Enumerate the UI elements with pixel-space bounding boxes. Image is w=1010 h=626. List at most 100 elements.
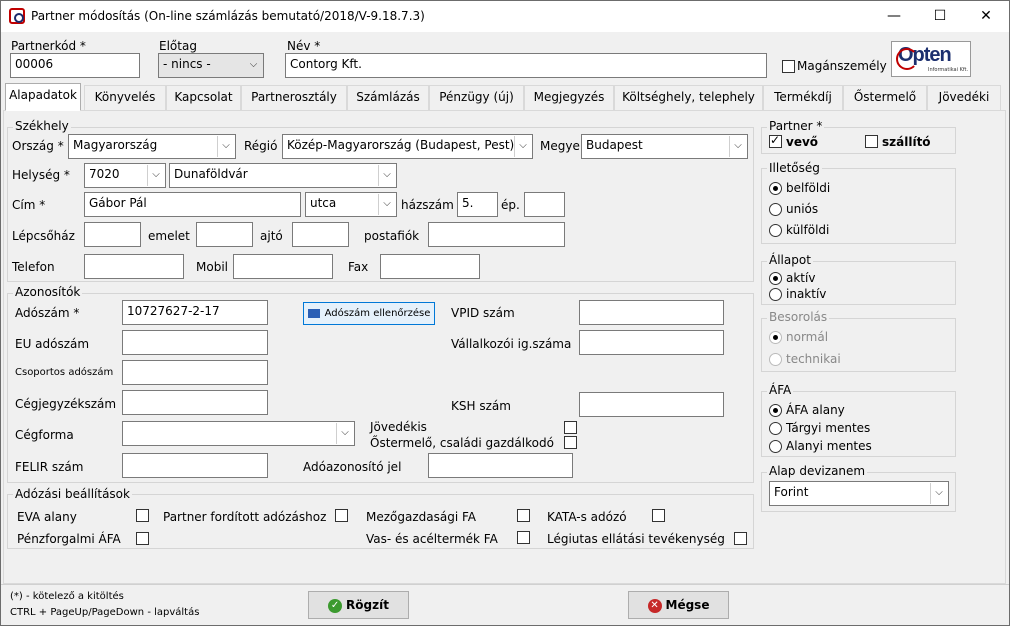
eu-adoszam-input[interactable]	[122, 330, 268, 355]
tab-ostermelo[interactable]: Őstermelő	[843, 85, 927, 111]
cegjegyzek-label: Cégjegyzékszám	[15, 397, 117, 411]
chevron-down-icon: ⌵	[930, 483, 947, 504]
adoszam-input[interactable]: 10727627-2-17	[122, 300, 268, 325]
eva-checkbox[interactable]	[136, 509, 149, 522]
cegforma-select[interactable]: ⌵	[122, 421, 355, 446]
opten-logo: Opten Informatikai Kft.	[891, 41, 971, 77]
forditott-checkbox[interactable]	[335, 509, 348, 522]
megye-label: Megye	[540, 139, 580, 153]
rogzit-label: Rögzít	[346, 598, 389, 612]
penzforgalmi-checkbox[interactable]	[136, 532, 149, 545]
helyseg-select[interactable]: Dunaföldvár ⌵	[169, 163, 397, 188]
maganszemely-label: Magánszemély	[797, 59, 887, 73]
maganszemely-checkbox[interactable]	[782, 60, 795, 73]
adoazonosito-input[interactable]	[428, 453, 573, 478]
orszag-select[interactable]: Magyarország ⌵	[68, 134, 236, 159]
cegjegyzek-input[interactable]	[122, 390, 268, 415]
unios-label: uniós	[786, 202, 819, 216]
ep-input[interactable]	[524, 192, 565, 217]
tab-termekdij[interactable]: Termékdíj	[763, 85, 843, 111]
regio-value: Közép-Magyarország (Budapest, Pest)	[287, 138, 515, 152]
chevron-down-icon: ⌵	[378, 165, 395, 186]
footer-note-shortcut: CTRL + PageUp/PageDown - lapváltás	[10, 607, 200, 618]
normal-radio[interactable]	[769, 331, 782, 344]
emelet-input[interactable]	[196, 222, 253, 247]
minimize-button[interactable]: —	[871, 1, 917, 32]
rogzit-button[interactable]: ✓ Rögzít	[308, 591, 409, 619]
kulfoldi-radio[interactable]	[769, 224, 782, 237]
jovedekis-label: Jövedékis	[370, 420, 427, 434]
adozasi-title: Adózási beállítások	[13, 487, 132, 501]
deviza-select[interactable]: Forint ⌵	[769, 481, 949, 506]
fax-input[interactable]	[380, 254, 480, 279]
inaktiv-label: inaktív	[786, 287, 827, 301]
ajto-input[interactable]	[292, 222, 349, 247]
vallalkozoi-input[interactable]	[579, 330, 724, 355]
tab-koltseghely[interactable]: Költséghely, telephely	[614, 85, 763, 111]
irsz-select[interactable]: 7020 ⌵	[84, 163, 166, 188]
ksh-input[interactable]	[579, 392, 724, 417]
belfoldi-radio[interactable]	[769, 182, 782, 195]
vpid-input[interactable]	[579, 300, 724, 325]
csoportos-label: Csoportos adószám	[15, 367, 114, 378]
vasacel-checkbox[interactable]	[517, 531, 530, 544]
vevo-checkbox[interactable]	[769, 133, 782, 148]
adoszam-label: Adószám *	[15, 306, 80, 320]
helyseg-value: Dunaföldvár	[174, 167, 248, 181]
vasacel-label: Vas- és acéltermék FA	[366, 532, 498, 546]
adoszam-ellenorzese-button[interactable]: Adószám ellenőrzése	[303, 302, 435, 325]
maximize-button[interactable]: ☐	[917, 1, 963, 32]
targyi-mentes-radio[interactable]	[769, 422, 782, 435]
telefon-input[interactable]	[84, 254, 184, 279]
megse-button[interactable]: ✕ Mégse	[628, 591, 729, 619]
close-button[interactable]: ✕	[963, 1, 1009, 32]
partnerkod-input[interactable]: 00006	[10, 53, 140, 78]
elotag-select[interactable]: - nincs - ⌵	[158, 53, 264, 78]
szekhely-title: Székhely	[13, 119, 71, 133]
hazszam-input[interactable]: 5.	[457, 192, 498, 217]
cim-input[interactable]: Gábor Pál	[84, 192, 301, 217]
lepcsohaz-input[interactable]	[84, 222, 141, 247]
szallito-checkbox[interactable]	[865, 135, 878, 148]
legiutas-checkbox[interactable]	[734, 532, 747, 545]
vpid-label: VPID szám	[451, 306, 515, 320]
tab-partnerosztaly[interactable]: Partnerosztály	[241, 85, 347, 111]
tab-jovedeki[interactable]: Jövedéki	[927, 85, 1001, 111]
technikai-radio[interactable]	[769, 353, 782, 366]
csoportos-input[interactable]	[122, 360, 268, 385]
chevron-down-icon: ⌵	[245, 55, 262, 76]
megye-select[interactable]: Budapest ⌵	[581, 134, 748, 159]
unios-radio[interactable]	[769, 203, 782, 216]
logo-subtext: Informatikai Kft.	[928, 67, 969, 73]
tab-megjegyzes[interactable]: Megjegyzés	[524, 85, 614, 111]
tab-penzugy[interactable]: Pénzügy (új)	[429, 85, 524, 111]
felir-label: FELIR szám	[15, 460, 84, 474]
felir-input[interactable]	[122, 453, 268, 478]
ostermelo-checkbox[interactable]	[564, 436, 577, 449]
footer-note-required: (*) - kötelező a kitöltés	[10, 591, 124, 602]
inaktiv-radio[interactable]	[769, 288, 782, 301]
jovedekis-checkbox[interactable]	[564, 421, 577, 434]
emelet-label: emelet	[148, 229, 190, 243]
logo-swoosh	[896, 48, 918, 70]
aktiv-radio[interactable]	[769, 272, 782, 285]
footer-separator	[1, 584, 1009, 585]
tab-alapadatok[interactable]: Alapadatok	[5, 83, 81, 111]
alanyi-mentes-label: Alanyi mentes	[786, 439, 872, 453]
postafiok-input[interactable]	[428, 222, 565, 247]
mezogazdasagi-checkbox[interactable]	[517, 509, 530, 522]
nev-input[interactable]: Contorg Kft.	[285, 53, 767, 78]
tab-szamlazas[interactable]: Számlázás	[347, 85, 429, 111]
window-title: Partner módosítás (On-line számlázás bem…	[31, 9, 425, 23]
alanyi-mentes-radio[interactable]	[769, 440, 782, 453]
kata-checkbox[interactable]	[652, 509, 665, 522]
tab-kapcsolat[interactable]: Kapcsolat	[166, 85, 241, 111]
kozterulet-value: utca	[310, 196, 337, 210]
telefon-label: Telefon	[12, 260, 55, 274]
afa-alany-radio[interactable]	[769, 404, 782, 417]
kozterulet-select[interactable]: utca ⌵	[305, 192, 397, 217]
mobil-input[interactable]	[233, 254, 333, 279]
tab-konyveles[interactable]: Könyvelés	[84, 85, 166, 111]
cancel-icon: ✕	[647, 598, 662, 613]
regio-select[interactable]: Közép-Magyarország (Budapest, Pest) ⌵	[282, 134, 533, 159]
